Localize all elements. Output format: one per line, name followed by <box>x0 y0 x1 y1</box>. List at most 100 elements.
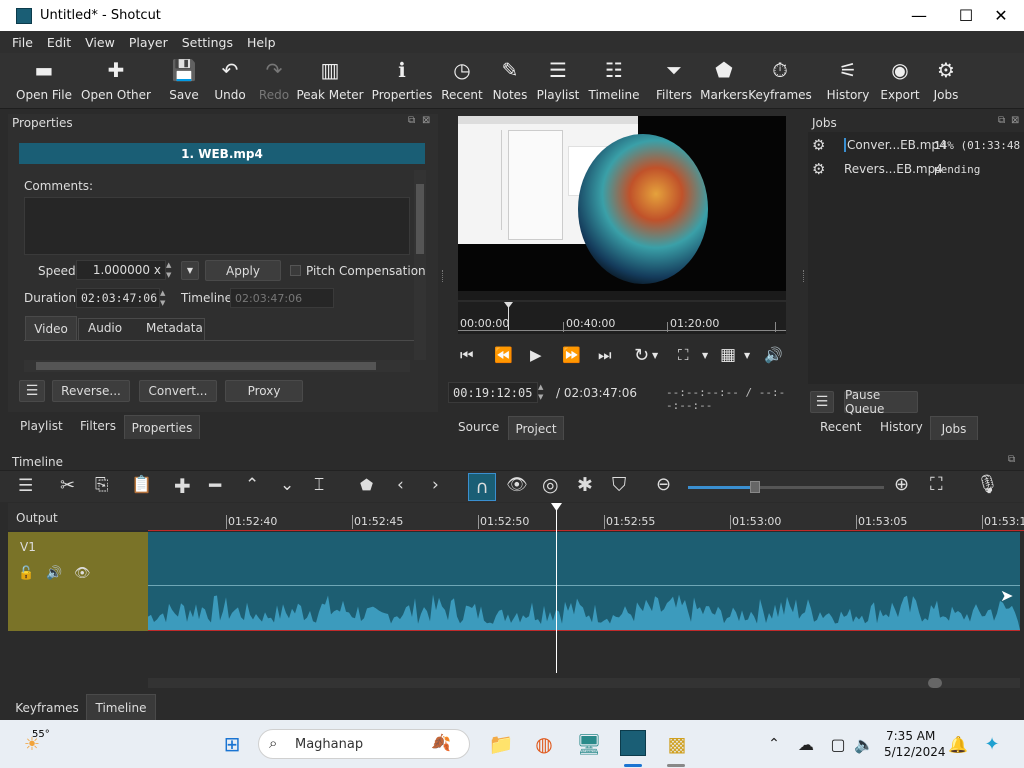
zoom-in-icon[interactable]: ⊕ <box>894 474 909 495</box>
remove-icon[interactable]: ━ <box>209 473 221 497</box>
clock-date[interactable]: 5/12/2024 <box>884 745 946 759</box>
ripple-icon[interactable]: ◎ <box>542 474 559 496</box>
network-icon[interactable]: ☁ <box>792 730 820 758</box>
monitor-app-icon[interactable]: 🖥 <box>575 730 603 758</box>
image-editor-icon[interactable]: ▩ <box>663 730 691 758</box>
timeline-ruler[interactable]: 01:52:40 01:52:45 01:52:50 01:52:55 01:5… <box>148 503 1024 531</box>
next-marker-icon[interactable]: › <box>432 475 439 495</box>
copy-icon[interactable]: ⎘ <box>95 475 109 495</box>
panel-float-icon[interactable]: ⧉ <box>998 115 1005 126</box>
display-icon[interactable]: ▢ <box>824 730 852 758</box>
ripple-markers-icon[interactable]: ⛉ <box>612 474 626 496</box>
properties-menu-button[interactable]: ☰ <box>19 380 45 402</box>
tab-jobs[interactable]: Jobs <box>930 416 978 440</box>
grid-icon[interactable]: ▦ <box>720 345 736 365</box>
grid-dropdown-icon[interactable]: ▼ <box>744 351 750 360</box>
fast-forward-icon[interactable]: ⏩ <box>562 346 581 364</box>
zoom-dropdown-icon[interactable]: ▼ <box>702 351 708 360</box>
ripple-all-icon[interactable]: ✱ <box>577 474 593 496</box>
append-icon[interactable]: ✚ <box>174 474 191 498</box>
pause-queue-button[interactable]: Pause Queue <box>844 388 918 416</box>
skip-previous-icon[interactable]: ⏮ <box>460 346 474 364</box>
splitter-handle[interactable] <box>442 270 444 282</box>
menu-edit[interactable]: Edit <box>47 35 71 50</box>
visibility-icon[interactable]: 👁 <box>74 566 91 581</box>
convert-button[interactable]: Convert... <box>139 380 217 402</box>
duration-input[interactable]: 02:03:47:06 <box>76 288 160 308</box>
list-item[interactable]: ⚙ Conver...EB.mp4 14% (01:33:48 <box>808 134 1024 156</box>
split-icon[interactable]: ⌶ <box>314 475 324 495</box>
position-spinner[interactable]: ▲ ▼ <box>538 382 548 403</box>
firefox-icon[interactable]: ◍ <box>530 730 558 758</box>
playlist-button[interactable]: ☰ Playlist <box>526 57 590 102</box>
jobs-button[interactable]: ⚙ Jobs <box>914 57 978 102</box>
notification-bell-icon[interactable]: 🔔 <box>944 730 972 758</box>
speaker-icon[interactable]: 🔈 <box>850 730 878 758</box>
speed-spinner[interactable]: ▲ ▼ <box>166 260 176 280</box>
panel-float-icon[interactable]: ⧉ <box>1008 454 1015 465</box>
keyframes-button[interactable]: ⏱ Keyframes <box>748 57 812 102</box>
snap-icon[interactable]: ∩ <box>468 473 496 501</box>
volume-icon[interactable]: 🔊 <box>764 346 783 364</box>
cut-icon[interactable]: ✂ <box>60 475 75 496</box>
loop-dropdown-icon[interactable]: ▼ <box>652 351 658 360</box>
tab-keyframes[interactable]: Keyframes <box>8 696 86 720</box>
proxy-button[interactable]: Proxy <box>225 380 303 402</box>
player-ruler[interactable]: 00:00:00 00:40:00 01:20:00 <box>458 302 786 334</box>
menu-view[interactable]: View <box>85 35 115 50</box>
minimize-button[interactable]: — <box>896 0 942 31</box>
mute-icon[interactable]: 🔊 <box>46 566 62 581</box>
tab-properties[interactable]: Properties <box>124 415 200 439</box>
tab-source[interactable]: Source <box>458 420 499 434</box>
apply-button[interactable]: Apply <box>205 260 281 281</box>
horizontal-scrollbar[interactable] <box>24 360 410 372</box>
tab-recent[interactable]: Recent <box>820 420 861 434</box>
tab-timeline[interactable]: Timeline <box>86 694 156 720</box>
previous-marker-icon[interactable]: ‹ <box>397 475 404 495</box>
timeline-menu-icon[interactable]: ☰ <box>18 476 33 496</box>
comments-textarea[interactable] <box>24 197 410 255</box>
menu-settings[interactable]: Settings <box>182 35 233 50</box>
clock-time[interactable]: 7:35 AM <box>886 729 935 743</box>
video-preview[interactable] <box>458 116 786 300</box>
speed-preset-dropdown[interactable]: ▼ <box>181 261 199 280</box>
timeline-playhead[interactable] <box>556 503 557 673</box>
add-marker-icon[interactable]: ⬟ <box>360 476 373 494</box>
record-audio-icon[interactable]: 🎙 <box>976 474 999 495</box>
list-item[interactable]: ⚙ Revers...EB.mp4 pending <box>808 158 1024 180</box>
duration-spinner[interactable]: ▲ ▼ <box>160 288 170 308</box>
skip-next-icon[interactable]: ⏭ <box>598 346 612 364</box>
menu-file[interactable]: File <box>12 35 33 50</box>
scrub-icon[interactable]: 👁 <box>506 475 528 495</box>
tab-video[interactable]: Video <box>25 316 77 340</box>
zoom-fit-icon[interactable]: ⛶ <box>678 346 689 364</box>
start-icon[interactable]: ⊞ <box>218 730 246 758</box>
jobs-menu-button[interactable]: ☰ <box>810 391 834 413</box>
rewind-icon[interactable]: ⏪ <box>494 346 513 364</box>
open-file-button[interactable]: ▬ Open File <box>12 57 76 102</box>
panel-close-icon[interactable]: ⊠ <box>422 115 430 126</box>
splitter-handle[interactable] <box>803 270 805 282</box>
loop-icon[interactable]: ↻ <box>634 345 649 366</box>
open-other-button[interactable]: ✚ Open Other <box>81 57 151 102</box>
lift-icon[interactable]: ⌃ <box>245 475 259 495</box>
tab-project[interactable]: Project <box>508 416 564 440</box>
reverse-button[interactable]: Reverse... <box>52 380 130 402</box>
zoom-slider[interactable] <box>688 481 884 493</box>
menu-help[interactable]: Help <box>247 35 276 50</box>
tab-playlist[interactable]: Playlist <box>20 419 63 433</box>
paste-icon[interactable]: 📋 <box>131 475 152 495</box>
markers-button[interactable]: ⬟ Markers <box>692 57 756 102</box>
tab-history[interactable]: History <box>880 420 923 434</box>
zoom-fit-timeline-icon[interactable]: ⛶ <box>930 474 943 495</box>
speed-input[interactable]: 1.000000 x <box>76 260 166 280</box>
taskbar-search[interactable]: ⌕ Maghanap 🍂 <box>258 729 470 759</box>
shotcut-taskbar-icon[interactable] <box>620 730 646 756</box>
overwrite-icon[interactable]: ⌄ <box>280 475 294 495</box>
pitch-compensation-checkbox[interactable] <box>290 265 301 276</box>
zoom-out-icon[interactable]: ⊖ <box>656 474 671 495</box>
clip-web-mp4[interactable] <box>148 532 1020 631</box>
timeline-horizontal-scrollbar[interactable] <box>148 678 1020 688</box>
panel-close-icon[interactable]: ⊠ <box>1011 115 1019 126</box>
chevron-up-icon[interactable]: ⌃ <box>760 730 788 758</box>
